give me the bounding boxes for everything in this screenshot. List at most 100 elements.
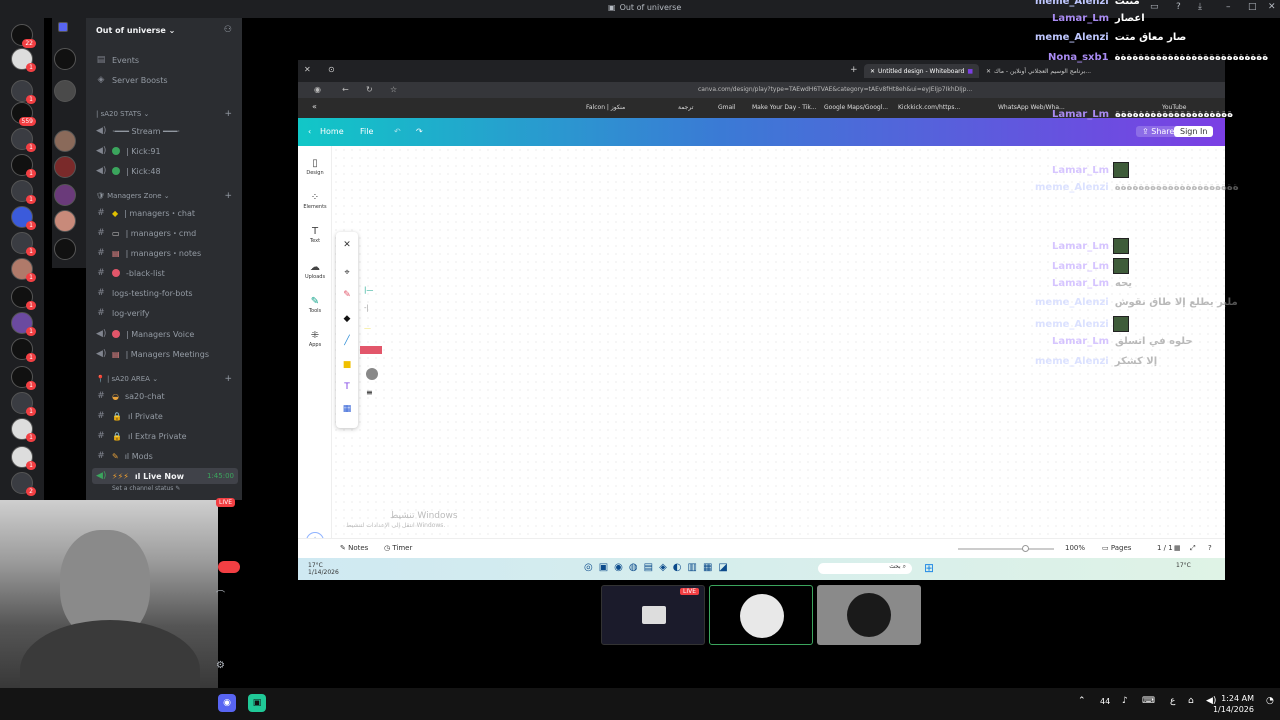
server-icon[interactable] [54, 210, 76, 232]
file-button[interactable]: File [360, 127, 373, 136]
server-icon[interactable]: 22 [11, 24, 36, 48]
star-icon[interactable]: ☆ [390, 85, 397, 94]
pen-icon[interactable]: ✎ [336, 290, 358, 300]
stream-tile-user[interactable] [709, 585, 813, 645]
stroke-weight-icon[interactable]: ≡ [366, 388, 373, 397]
server-name[interactable]: Out of universe ⌄ [96, 26, 175, 35]
fullscreen-icon[interactable]: ⤢ [1190, 544, 1196, 553]
server-icon[interactable] [54, 156, 76, 178]
bookmark-item[interactable]: Make Your Day - Tik... [752, 104, 817, 111]
sidebar-tools[interactable]: ✎ Tools [298, 296, 332, 314]
tab-secondary[interactable]: ✕ برنامج الوسيم العجلاني أونلاين - ماك... [980, 64, 1097, 78]
download-icon[interactable]: ⤓ [1198, 2, 1202, 12]
redo-icon[interactable]: ↷ [416, 127, 423, 136]
category-stats[interactable]: | sA20 STATS ⌄ [96, 110, 149, 118]
add-channel-icon[interactable]: + [224, 374, 232, 384]
category-area[interactable]: 📍 | sA20 AREA ⌄ [96, 375, 158, 383]
tray-chevron-icon[interactable]: ⌃ [1078, 696, 1086, 706]
sidebar-elements[interactable]: ⁘ Elements [298, 192, 332, 210]
close-icon[interactable]: ✕ [1268, 2, 1276, 12]
server-icon[interactable]: 1 [11, 154, 36, 178]
channel-private[interactable]: # 🔒 ıl Private [96, 408, 236, 424]
reload-icon[interactable]: ↻ [366, 85, 373, 94]
bookmark-item[interactable]: Kickkick.com/https... [898, 104, 960, 111]
url-input[interactable]: canva.com/design/play?type=TAEwdH6TVAE&c… [698, 86, 1138, 93]
network-icon[interactable]: ⌂ [1188, 696, 1194, 706]
discord-app-icon[interactable]: ◉ [218, 694, 236, 712]
channel-kick48[interactable]: ◀) | Kick:48 [96, 163, 236, 179]
back-chevron-icon[interactable]: ‹ [308, 127, 311, 136]
server-icon[interactable]: 1 [11, 48, 36, 72]
menu-icon[interactable]: ⊙ [328, 65, 335, 74]
server-icon[interactable]: 1 [11, 232, 36, 256]
category-managers[interactable]: 🛡 Managers Zone ⌄ [96, 192, 170, 200]
channel-status[interactable]: Set a channel status ✎ [112, 485, 180, 492]
sidebar-text[interactable]: T Text [298, 226, 332, 244]
language-icon[interactable]: ع [1170, 696, 1175, 706]
bookmark-item[interactable]: ترجمة [678, 104, 693, 111]
channel-managers-notes[interactable]: # ▤ | managers・notes [96, 245, 236, 261]
sticky-note-icon[interactable]: ■ [336, 360, 358, 370]
server-icon[interactable]: 1 [11, 180, 36, 204]
server-icon[interactable]: 1 [11, 338, 36, 362]
channel-stream[interactable]: ◀) ·━━━ Stream ━━━· [96, 123, 236, 139]
channel-sa20-chat[interactable]: # ◒ sa20-chat [96, 388, 236, 404]
zoom-level[interactable]: 100% [1065, 544, 1085, 552]
events-item[interactable]: ▤ Events [96, 52, 236, 68]
server-icon[interactable]: 1 [11, 446, 36, 470]
channel-kick91[interactable]: ◀) | Kick:91 [96, 143, 236, 159]
sidebar-design[interactable]: ▯ Design [298, 158, 332, 176]
close-icon[interactable]: ✕ [336, 240, 358, 250]
undo-icon[interactable]: ↶ [394, 127, 401, 136]
folder-icon[interactable] [58, 22, 68, 32]
server-icon[interactable] [54, 184, 76, 206]
stream-tile-user[interactable] [817, 585, 921, 645]
server-icon[interactable]: 1 [11, 206, 36, 230]
whiteboard-canvas[interactable] [332, 146, 1225, 552]
pages-button[interactable]: ▭ Pages [1102, 544, 1131, 552]
server-icon[interactable]: 559 [11, 102, 36, 126]
settings-icon[interactable]: ⚙ [216, 660, 225, 671]
channel-live-now[interactable]: ◀) ⚡⚡⚡ ıl Live Now 1:45:00 [92, 468, 238, 484]
pen-color-swatch[interactable] [360, 346, 382, 354]
maximize-icon[interactable]: □ [1248, 2, 1257, 12]
server-icon[interactable] [54, 130, 76, 152]
end-call-button[interactable] [218, 561, 240, 573]
channel-log-verify[interactable]: # log-verify [96, 305, 236, 321]
server-icon[interactable]: 1 [11, 366, 36, 390]
inbox-icon[interactable]: ▭ [1150, 2, 1159, 12]
zoom-slider[interactable] [958, 545, 1054, 552]
windows-search[interactable]: بحث ⌕ [818, 563, 912, 574]
server-icon[interactable] [54, 238, 76, 260]
channel-managers-meetings[interactable]: ◀) ▤ | Managers Meetings [96, 346, 236, 362]
text-tool-icon[interactable]: T [336, 382, 358, 392]
weather-widget[interactable]: 17°C 1/14/2026 [308, 562, 339, 576]
bookmark-item[interactable]: Google Maps/Googl... [824, 104, 888, 111]
channel-logs[interactable]: # logs-testing-for-bots [96, 285, 236, 301]
highlighter-option[interactable]: — [364, 324, 371, 332]
sidebar-apps[interactable]: ⁜ Apps [298, 330, 332, 348]
table-icon[interactable]: ▦ [336, 404, 358, 414]
minimize-icon[interactable]: – [1226, 2, 1231, 12]
tab-whiteboard[interactable]: ✕ Untitled design - Whiteboard ■ [864, 64, 979, 78]
notes-button[interactable]: ✎ Notes [340, 544, 368, 552]
microphone-icon[interactable]: ♪ [1122, 696, 1128, 706]
new-tab-icon[interactable]: + [850, 65, 858, 75]
channel-mods[interactable]: # ✎ ıl Mods [96, 448, 236, 464]
add-channel-icon[interactable]: + [224, 109, 232, 119]
server-icon[interactable]: 1 [11, 128, 36, 152]
home-button[interactable]: Home [320, 127, 344, 136]
grid-icon[interactable]: ▦ [1174, 544, 1181, 552]
bookmark-item[interactable]: Gmail [718, 104, 736, 111]
help-icon[interactable]: ? [1176, 2, 1181, 12]
server-icon[interactable]: 1 [11, 80, 36, 104]
server-icon[interactable] [54, 80, 76, 102]
channel-extra-private[interactable]: # 🔒 ıl Extra Private [96, 428, 236, 444]
help-icon[interactable]: ? [1208, 544, 1212, 552]
pen-medium-option[interactable]: -| [364, 304, 369, 312]
keyboard-icon[interactable]: ⌨ [1142, 696, 1155, 706]
zoom-slider-handle[interactable] [1022, 545, 1029, 552]
server-icon[interactable]: 1 [11, 312, 36, 336]
back-icon[interactable]: ← [342, 85, 349, 94]
stream-tile-screen[interactable]: LIVE [601, 585, 705, 645]
